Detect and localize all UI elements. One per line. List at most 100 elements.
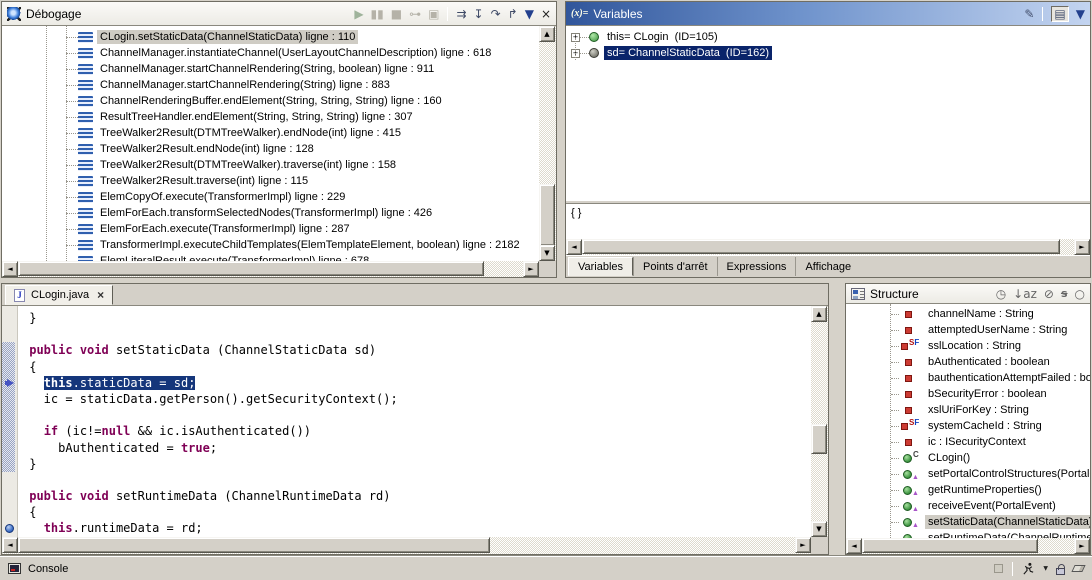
- step-with-filters-icon[interactable]: ⇉: [456, 8, 466, 20]
- view-menu-icon[interactable]: ▼: [1076, 8, 1085, 20]
- structure-item[interactable]: ▲setStaticData(ChannelStaticData): [846, 514, 1090, 530]
- stack-frame-row[interactable]: TreeWalker2Result.endNode(int) ligne : 1…: [2, 141, 539, 157]
- scroll-left-button[interactable]: ◄: [2, 537, 18, 553]
- run-last-launch-icon[interactable]: [1022, 562, 1035, 575]
- close-tab-icon[interactable]: ×: [97, 288, 104, 302]
- show-type-names-icon[interactable]: ✎: [1024, 8, 1034, 20]
- code-line[interactable]: [22, 472, 811, 488]
- code-line[interactable]: [22, 326, 811, 342]
- structure-item[interactable]: ▲receiveEvent(PortalEvent): [846, 498, 1090, 514]
- scroll-up-button[interactable]: ▲: [539, 26, 555, 42]
- code-line[interactable]: this.runtimeData = rd;: [22, 520, 811, 536]
- hide-static-icon[interactable]: s: [1061, 288, 1068, 299]
- stack-frame-row[interactable]: TreeWalker2Result(DTMTreeWalker).travers…: [2, 157, 539, 173]
- editor-tab-clogin-java[interactable]: J CLogin.java ×: [5, 285, 113, 305]
- scrollbar-thumb[interactable]: [862, 538, 1038, 553]
- tab-points-d-arr-t[interactable]: Points d'arrêt: [633, 257, 716, 276]
- structure-item[interactable]: ▲setRuntimeData(ChannelRuntimeData): [846, 530, 1090, 538]
- scroll-left-button[interactable]: ◄: [566, 239, 582, 255]
- terminate-icon[interactable]: ■: [391, 8, 402, 20]
- menu-dropdown-icon[interactable]: ▼: [1043, 565, 1048, 572]
- scrollbar-thumb[interactable]: [539, 184, 555, 246]
- code-line[interactable]: {: [22, 359, 811, 375]
- variable-detail-pane[interactable]: { }: [566, 204, 1090, 239]
- code-line[interactable]: public void setStaticData (ChannelStatic…: [22, 342, 811, 358]
- code-line[interactable]: public void setRuntimeData (ChannelRunti…: [22, 488, 811, 504]
- editor-gutter[interactable]: [2, 306, 18, 537]
- scroll-up-button[interactable]: ▲: [811, 306, 827, 322]
- scrollbar-thumb[interactable]: [811, 424, 827, 454]
- code-line[interactable]: }: [22, 310, 811, 326]
- scrollbar-thumb[interactable]: [18, 261, 484, 276]
- stack-frame-row[interactable]: TreeWalker2Result(DTMTreeWalker).endNode…: [2, 125, 539, 141]
- scroll-right-button[interactable]: ►: [795, 537, 811, 553]
- stack-frame-row[interactable]: ChannelRenderingBuffer.endElement(String…: [2, 93, 539, 109]
- step-into-icon[interactable]: ↧: [474, 8, 484, 20]
- scrollbar-thumb[interactable]: [582, 239, 1060, 254]
- code-line[interactable]: }: [22, 456, 811, 472]
- stack-frame-row[interactable]: ElemForEach.transformSelectedNodes(Trans…: [2, 205, 539, 221]
- structure-item[interactable]: ▲setPortalControlStructures(PortalContro…: [846, 466, 1090, 482]
- stack-frame-row[interactable]: ElemForEach.execute(TransformerImpl) lig…: [2, 221, 539, 237]
- structure-horizontal-scrollbar[interactable]: ◄ ►: [846, 538, 1090, 554]
- variable-row[interactable]: +this= CLogin (ID=105): [566, 29, 1090, 45]
- structure-item[interactable]: bSecurityError : boolean: [846, 386, 1090, 402]
- stack-frame-row[interactable]: ChannelManager.startChannelRendering(Str…: [2, 61, 539, 77]
- structure-item[interactable]: SFsslLocation : String: [846, 338, 1090, 354]
- scroll-lock-icon[interactable]: [1056, 568, 1065, 575]
- variable-row[interactable]: +sd= ChannelStaticData (ID=162): [566, 45, 1090, 61]
- hide-fields-icon[interactable]: ⊘: [1044, 288, 1054, 300]
- console-fast-view-bar[interactable]: Console ▼: [0, 556, 1092, 580]
- structure-item[interactable]: xslUriForKey : String: [846, 402, 1090, 418]
- resume-icon[interactable]: ▶: [354, 8, 363, 20]
- close-view-icon[interactable]: ×: [541, 8, 551, 20]
- debug-horizontal-scrollbar[interactable]: ◄ ►: [2, 261, 539, 277]
- stack-frame-row[interactable]: ChannelManager.instantiateChannel(UserLa…: [2, 45, 539, 61]
- stack-frame-row[interactable]: ElemCopyOf.execute(TransformerImpl) lign…: [2, 189, 539, 205]
- remove-terminated-icon[interactable]: ▣: [428, 8, 439, 20]
- sort-alphabetically-icon[interactable]: ↓az: [1013, 288, 1037, 300]
- structure-item[interactable]: bauthenticationAttemptFailed : boolean: [846, 370, 1090, 386]
- scroll-down-button[interactable]: ▼: [539, 245, 555, 261]
- stack-frame-row[interactable]: CLogin.setStaticData(ChannelStaticData) …: [2, 29, 539, 45]
- stack-frame-row[interactable]: TreeWalker2Result.traverse(int) ligne : …: [2, 173, 539, 189]
- scroll-left-button[interactable]: ◄: [846, 538, 862, 554]
- clear-console-icon[interactable]: [1071, 565, 1085, 572]
- disconnect-icon[interactable]: ⊶: [409, 8, 421, 20]
- tab-affichage[interactable]: Affichage: [795, 257, 860, 276]
- structure-item[interactable]: attemptedUserName : String: [846, 322, 1090, 338]
- debug-vertical-scrollbar[interactable]: ▲ ▼: [539, 26, 556, 261]
- stack-frame-row[interactable]: ChannelManager.startChannelRendering(Str…: [2, 77, 539, 93]
- tab-expressions[interactable]: Expressions: [717, 257, 796, 276]
- detail-horizontal-scrollbar[interactable]: ◄ ►: [566, 239, 1090, 255]
- scroll-right-button[interactable]: ►: [523, 261, 539, 277]
- step-over-icon[interactable]: ↷: [491, 8, 501, 20]
- code-line[interactable]: if (ic!=null && ic.isAuthenticated()): [22, 423, 811, 439]
- scroll-left-button[interactable]: ◄: [2, 261, 18, 277]
- stack-frame-row[interactable]: TransformerImpl.executeChildTemplates(El…: [2, 237, 539, 253]
- step-return-icon[interactable]: ↱: [508, 8, 518, 20]
- stack-frame-row[interactable]: ElemLiteralResult.execute(TransformerImp…: [2, 253, 539, 261]
- scroll-right-button[interactable]: ►: [1074, 239, 1090, 255]
- structure-item[interactable]: bAuthenticated : boolean: [846, 354, 1090, 370]
- editor-horizontal-scrollbar[interactable]: ◄ ►: [2, 537, 811, 554]
- show-public-only-icon[interactable]: ○: [1075, 288, 1085, 300]
- code-line[interactable]: this.staticData = sd;: [22, 375, 811, 391]
- structure-item[interactable]: CCLogin(): [846, 450, 1090, 466]
- view-menu-icon[interactable]: ▼: [525, 8, 534, 20]
- structure-item[interactable]: channelName : String: [846, 306, 1090, 322]
- scroll-right-button[interactable]: ►: [1074, 538, 1090, 554]
- code-area[interactable]: } public void setStaticData (ChannelStat…: [18, 306, 811, 537]
- structure-item[interactable]: ▲getRuntimeProperties(): [846, 482, 1090, 498]
- layout-toggle-icon[interactable]: ▤: [1051, 6, 1068, 22]
- terminate-icon[interactable]: [994, 564, 1003, 573]
- code-line[interactable]: {: [22, 504, 811, 520]
- tab-variables[interactable]: Variables: [568, 257, 633, 276]
- stack-frame-row[interactable]: ResultTreeHandler.endElement(String, Str…: [2, 109, 539, 125]
- structure-item[interactable]: SFsystemCacheId : String: [846, 418, 1090, 434]
- scroll-down-button[interactable]: ▼: [811, 521, 827, 537]
- editor-vertical-scrollbar[interactable]: ▲ ▼: [811, 306, 828, 537]
- sort-by-defining-type-icon[interactable]: ◷: [996, 288, 1006, 300]
- code-line[interactable]: bAuthenticated = true;: [22, 440, 811, 456]
- code-line[interactable]: [22, 407, 811, 423]
